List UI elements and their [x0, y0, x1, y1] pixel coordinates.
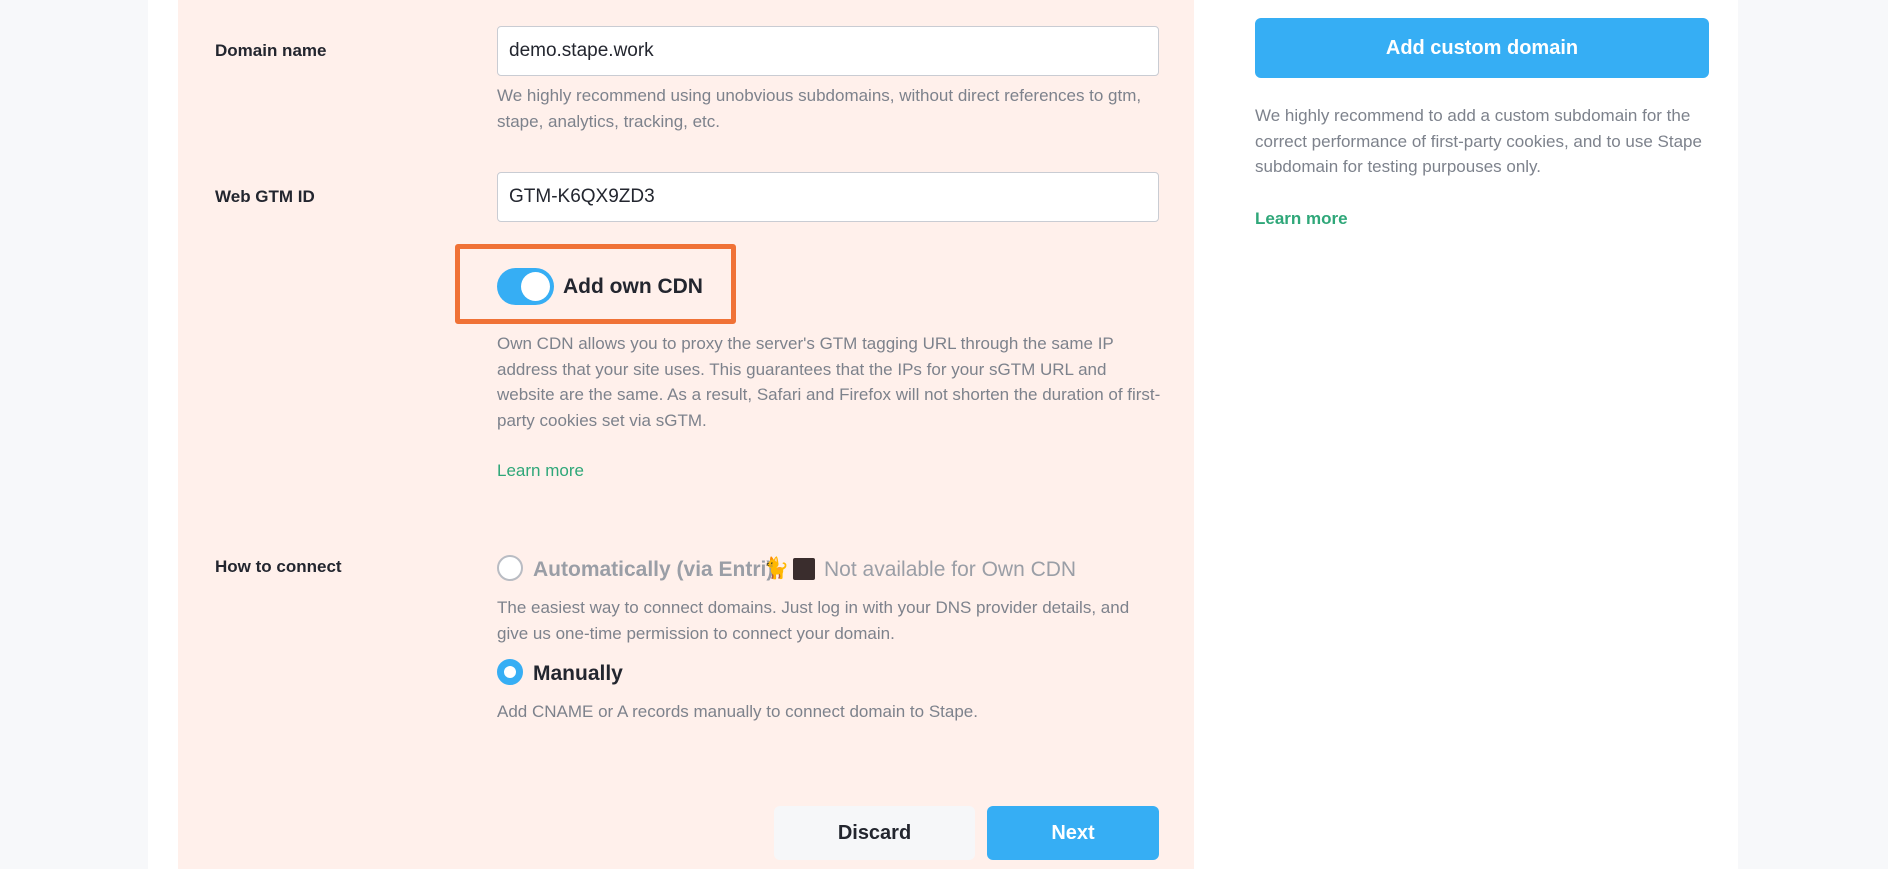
gtm-id-value: GTM-K6QX9ZD3 — [509, 186, 655, 207]
radio-manual-label[interactable]: Manually — [533, 662, 623, 686]
unavailable-note: Not available for Own CDN — [824, 558, 1077, 581]
radio-automatic[interactable] — [497, 555, 523, 581]
domain-name-value: demo.stape.work — [509, 40, 654, 61]
gtm-id-label: Web GTM ID — [215, 187, 315, 206]
custom-domain-recommendation: We highly recommend to add a custom subd… — [1255, 106, 1702, 176]
automatic-description: The easiest way to connect domains. Just… — [497, 598, 1130, 643]
domain-name-label: Domain name — [215, 41, 327, 60]
black-square-icon — [793, 558, 815, 580]
sidebar-learn-more-link[interactable]: Learn more — [1255, 209, 1348, 229]
cat-icon: 🐈 — [763, 557, 790, 580]
discard-button[interactable]: Discard — [774, 806, 975, 860]
add-custom-domain-button[interactable]: Add custom domain — [1255, 18, 1709, 78]
gtm-id-input[interactable]: GTM-K6QX9ZD3 — [497, 172, 1159, 222]
own-cdn-learn-more-link[interactable]: Learn more — [497, 461, 584, 481]
own-cdn-description: Own CDN allows you to proxy the server's… — [497, 334, 1161, 430]
toggle-knob — [521, 272, 550, 301]
own-cdn-toggle[interactable] — [497, 268, 554, 305]
domain-name-help: We highly recommend using unobvious subd… — [497, 86, 1142, 131]
own-cdn-toggle-label[interactable]: Add own CDN — [563, 275, 703, 299]
radio-automatic-label[interactable]: Automatically (via Entri) — [533, 558, 773, 582]
domain-name-input[interactable]: demo.stape.work — [497, 26, 1159, 76]
how-to-connect-label: How to connect — [215, 557, 342, 576]
radio-manual[interactable] — [497, 659, 523, 685]
next-button[interactable]: Next — [987, 806, 1159, 860]
manual-description: Add CNAME or A records manually to conne… — [497, 702, 978, 721]
